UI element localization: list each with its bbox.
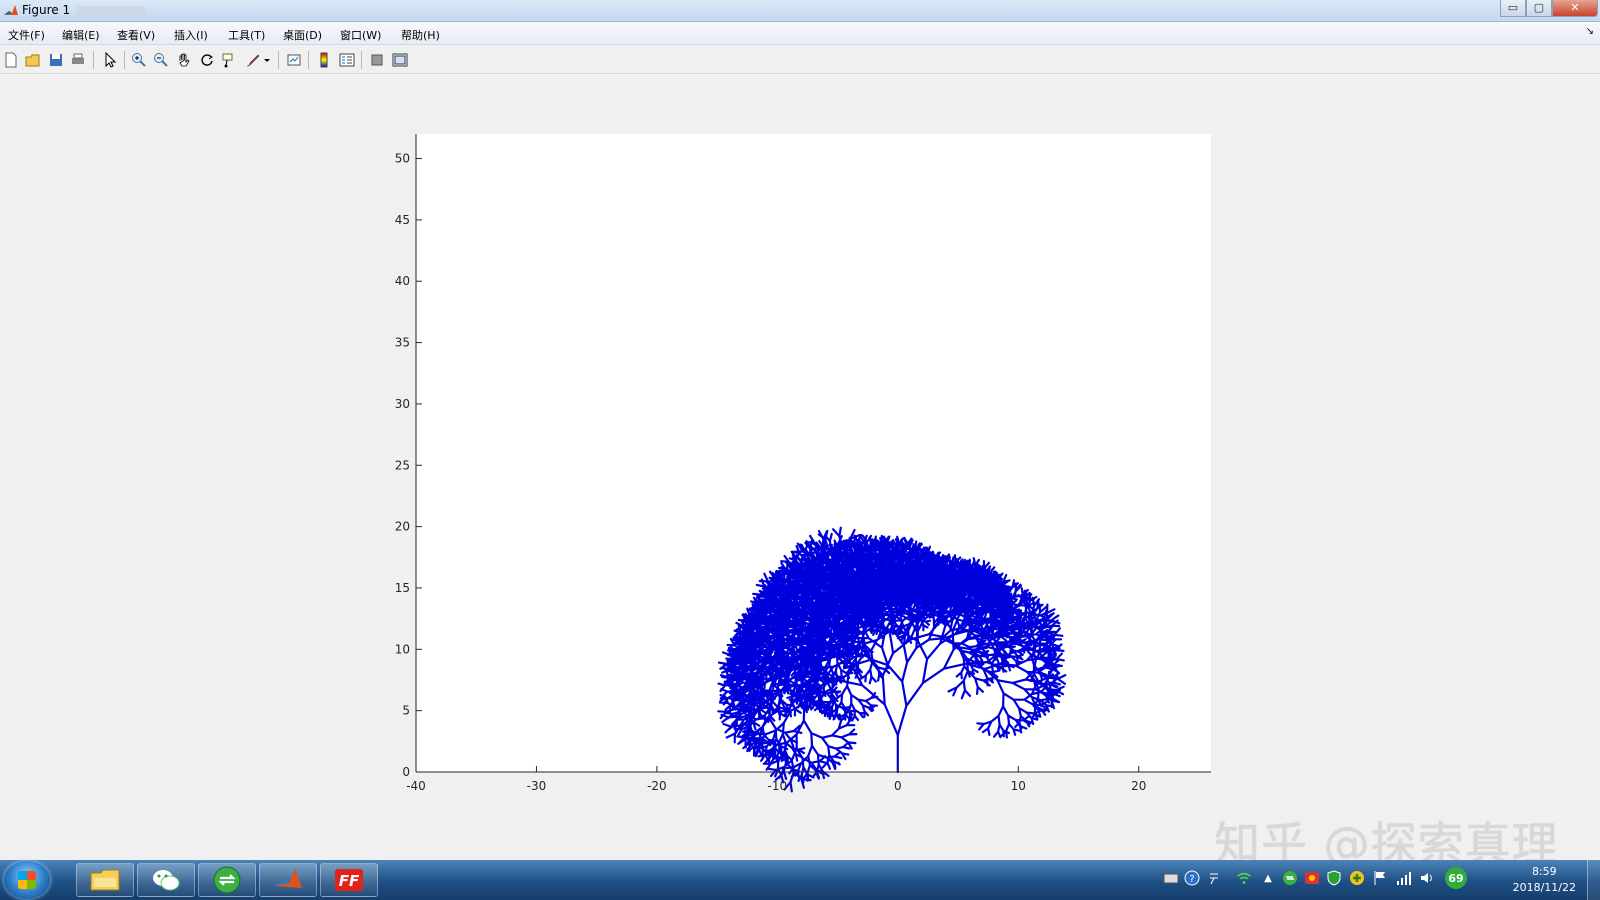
taskbar-file-explorer[interactable] (76, 863, 134, 897)
battery-level-badge[interactable]: 69 (1445, 867, 1467, 889)
toolbar-separator (93, 51, 94, 69)
new-figure-icon[interactable] (2, 51, 20, 69)
keyboard-icon[interactable] (1163, 870, 1179, 886)
fractal-tree-plot[interactable]: -40 -30 -20 -10 0 10 20 0 5 10 15 20 25 30 35 40 45 50 (0, 74, 1600, 860)
taskbar-foxit-reader[interactable]: FF (320, 863, 378, 897)
x-tick-label: -30 (527, 779, 547, 793)
window-title-blurred-text (76, 6, 146, 16)
shield-icon[interactable] (1326, 870, 1342, 886)
window-title-bar[interactable]: Figure 1 ▭ ▢ ✕ (0, 0, 1600, 22)
system-clock[interactable]: 8:59 2018/11/22 (1513, 864, 1576, 896)
zoom-out-icon[interactable] (152, 51, 170, 69)
save-icon[interactable] (47, 51, 65, 69)
green-app-tray-icon[interactable] (1282, 870, 1298, 886)
clock-date: 2018/11/22 (1512, 881, 1576, 894)
menu-tools[interactable]: 工具(T) (228, 27, 265, 43)
y-tick-label: 5 (402, 704, 410, 718)
menu-desktop[interactable]: 桌面(D) (283, 27, 322, 43)
y-tick-label: 25 (395, 458, 410, 472)
brush-dropdown-icon[interactable] (262, 51, 272, 69)
figure-toolbar (0, 46, 1600, 74)
window-controls: ▭ ▢ ✕ (1500, 0, 1598, 18)
brush-icon[interactable] (244, 51, 262, 69)
matlab-icon (274, 868, 302, 888)
x-tick-label: -40 (406, 779, 426, 793)
zoom-in-icon[interactable] (130, 51, 148, 69)
x-tick-label: -10 (768, 779, 788, 793)
plus-security-icon[interactable] (1349, 870, 1365, 886)
show-desktop-button[interactable] (1587, 860, 1600, 900)
dock-arrow-icon[interactable]: ↘ (1586, 26, 1594, 37)
show-hidden-icons-arrow[interactable]: ▲ (1260, 870, 1276, 886)
x-tick-label: 20 (1131, 779, 1146, 793)
taskbar-wechat[interactable] (137, 863, 195, 897)
maximize-button[interactable]: ▢ (1526, 0, 1552, 17)
menu-edit[interactable]: 编辑(E) (62, 27, 100, 43)
y-tick-label: 15 (395, 581, 410, 595)
help-icon[interactable]: ? (1184, 870, 1200, 886)
svg-text:FF: FF (339, 872, 360, 890)
print-icon[interactable] (69, 51, 87, 69)
y-tick-label: 50 (395, 152, 410, 166)
y-tick-label: 0 (402, 765, 410, 779)
menu-view[interactable]: 查看(V) (117, 27, 155, 43)
foxit-reader-icon: FF (335, 869, 363, 891)
select-arrow-icon[interactable] (101, 51, 119, 69)
wifi-icon[interactable] (1236, 870, 1252, 886)
start-button[interactable] (4, 861, 50, 899)
y-tick-label: 20 (395, 520, 410, 534)
network-signal-icon[interactable] (1396, 870, 1412, 886)
wechat-icon (153, 870, 180, 891)
red-app-tray-icon[interactable] (1304, 870, 1320, 886)
action-center-flag-icon[interactable] (1372, 870, 1388, 886)
y-tick-label: 30 (395, 397, 410, 411)
refresh-app-icon (213, 866, 241, 894)
data-cursor-icon[interactable] (220, 51, 238, 69)
toolbar-separator (308, 51, 309, 69)
x-tick-label: -20 (647, 779, 667, 793)
y-tick-label: 45 (395, 213, 410, 227)
window-title: Figure 1 (22, 3, 71, 17)
pan-hand-icon[interactable] (175, 51, 193, 69)
close-button[interactable]: ✕ (1552, 0, 1598, 17)
colorbar-icon[interactable] (315, 51, 333, 69)
menu-insert[interactable]: 插入(I) (174, 27, 208, 43)
show-plot-tools-icon[interactable] (391, 51, 409, 69)
x-tick-label: 0 (894, 779, 902, 793)
figure-canvas: -40 -30 -20 -10 0 10 20 0 5 10 15 20 25 30 35 40 45 50 (0, 74, 1600, 860)
rotate-3d-icon[interactable] (198, 51, 216, 69)
windows-taskbar: FF ? ▲ 69 8:59 2018/11/22 (0, 860, 1600, 900)
taskbar-refresh-app[interactable] (198, 863, 256, 897)
y-tick-label: 10 (395, 642, 410, 656)
menu-file[interactable]: 文件(F) (8, 27, 45, 43)
menu-bar: 文件(F) 编辑(E) 查看(V) 插入(I) 工具(T) 桌面(D) 窗口(W… (0, 22, 1600, 45)
menu-help[interactable]: 帮助(H) (401, 27, 440, 43)
toolbar-separator (124, 51, 125, 69)
y-tick-label: 40 (395, 274, 410, 288)
menu-window[interactable]: 窗口(W) (340, 27, 381, 43)
legend-icon[interactable] (338, 51, 356, 69)
hide-plot-tools-icon[interactable] (368, 51, 386, 69)
x-tick-label: 10 (1011, 779, 1026, 793)
windows-logo-icon (18, 871, 36, 889)
axes-background (416, 134, 1211, 772)
open-file-icon[interactable] (24, 51, 42, 69)
clock-time: 8:59 (1531, 865, 1557, 878)
input-method-icon[interactable] (1206, 870, 1222, 886)
taskbar-matlab[interactable] (259, 863, 317, 897)
y-tick-label: 35 (395, 336, 410, 350)
volume-icon[interactable] (1419, 870, 1435, 886)
toolbar-separator (361, 51, 362, 69)
matlab-figure-icon (4, 5, 18, 15)
minimize-button[interactable]: ▭ (1500, 0, 1526, 17)
link-plot-icon[interactable] (285, 51, 303, 69)
file-explorer-icon (90, 869, 120, 891)
toolbar-separator (278, 51, 279, 69)
svg-text:?: ? (1189, 874, 1194, 885)
